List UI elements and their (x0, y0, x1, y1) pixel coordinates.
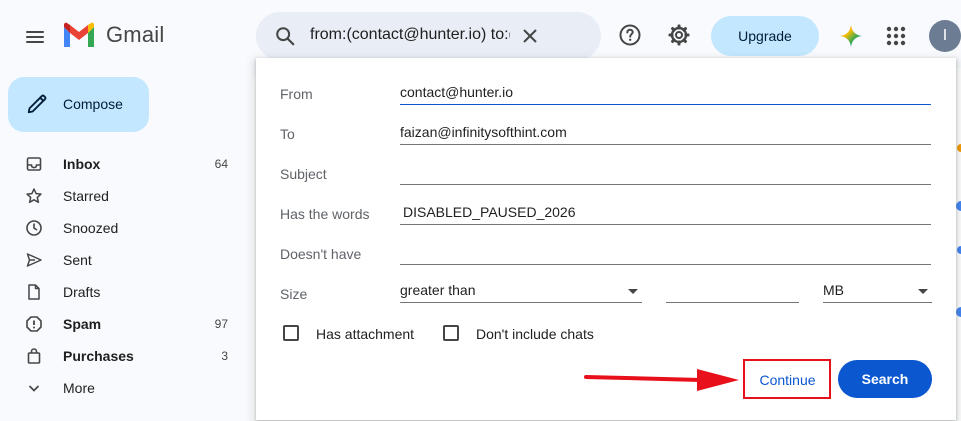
sidebar-item-starred[interactable]: Starred (0, 180, 250, 212)
clock-icon (26, 220, 42, 236)
size-label: Size (280, 286, 308, 302)
sidebar-item-label: More (63, 380, 95, 396)
sidebar-item-snoozed[interactable]: Snoozed (0, 212, 250, 244)
dropdown-arrow-icon (628, 289, 638, 294)
spam-icon (26, 316, 42, 332)
sidebar-item-label: Sent (63, 252, 92, 268)
main-menu-button[interactable] (18, 20, 52, 54)
inbox-icon (26, 157, 42, 171)
send-icon (26, 253, 42, 267)
sidebar-item-sent[interactable]: Sent (0, 244, 250, 276)
sidebar-item-label: Drafts (63, 284, 101, 300)
shopping-bag-icon (27, 348, 41, 364)
search-icon[interactable] (274, 25, 296, 47)
draft-icon (28, 284, 40, 300)
sidebar-item-spam[interactable]: Spam 97 (0, 308, 250, 340)
gemini-sparkle-icon[interactable] (839, 24, 863, 48)
close-icon[interactable] (518, 24, 542, 48)
sidebar-item-label: Starred (63, 188, 109, 204)
subject-label: Subject (280, 166, 327, 182)
search-button[interactable]: Search (838, 360, 932, 398)
has-attachment-label: Has attachment (316, 326, 415, 342)
sidebar-item-more[interactable]: More (0, 372, 250, 404)
subject-field[interactable] (400, 161, 931, 185)
from-label: From (280, 86, 313, 102)
dropdown-arrow-icon (918, 289, 928, 294)
sidebar-item-label: Purchases (63, 348, 134, 364)
sidebar-item-label: Spam (63, 316, 102, 332)
size-value-field[interactable] (666, 279, 799, 303)
exclude-chats-label: Don't include chats (476, 326, 594, 342)
gmail-logo-icon (64, 22, 94, 47)
size-unit-select[interactable]: MB (823, 279, 932, 303)
exclude-chats-checkbox[interactable] (443, 325, 459, 341)
compose-button[interactable]: Compose (8, 77, 149, 132)
sidebar-item-purchases[interactable]: Purchases 3 (0, 340, 250, 372)
star-icon (26, 188, 42, 204)
sidebar-item-count: 97 (214, 317, 228, 331)
sidebar-item-label: Snoozed (63, 220, 119, 236)
avatar[interactable]: I (929, 20, 961, 52)
has-words-field[interactable] (400, 201, 931, 225)
has-attachment-checkbox[interactable] (283, 325, 299, 341)
size-unit-value: MB (823, 282, 844, 298)
size-comparator-value: greater than (400, 282, 476, 298)
annotation-arrow-icon (584, 369, 739, 391)
to-field[interactable] (400, 121, 931, 145)
sidebar-item-count: 3 (221, 349, 228, 363)
sidebar-item-drafts[interactable]: Drafts (0, 276, 250, 308)
sidebar-item-count: 64 (214, 157, 228, 171)
from-field[interactable] (400, 81, 931, 105)
sidebar-item-label: Inbox (63, 156, 101, 172)
apps-grid-icon[interactable] (884, 24, 908, 48)
compose-label: Compose (63, 96, 123, 112)
gear-icon[interactable] (667, 23, 691, 47)
pencil-icon (27, 94, 47, 114)
app-name: Gmail (106, 22, 165, 47)
chevron-down-icon (28, 385, 40, 392)
to-label: To (280, 126, 295, 142)
upgrade-button[interactable]: Upgrade (711, 16, 819, 56)
search-bar[interactable]: from:(contact@hunter.io) to:(faizan@infi… (256, 12, 601, 60)
annotation-highlight-box (743, 359, 831, 399)
has-words-label: Has the words (280, 206, 370, 222)
sidebar-item-inbox[interactable]: Inbox 64 (0, 148, 250, 180)
doesnt-have-label: Doesn't have (280, 246, 362, 262)
doesnt-have-field[interactable] (400, 241, 931, 265)
help-icon[interactable] (618, 23, 642, 47)
search-input[interactable]: from:(contact@hunter.io) to:(faizan@infi… (310, 26, 510, 48)
size-comparator-select[interactable]: greater than (400, 279, 642, 303)
